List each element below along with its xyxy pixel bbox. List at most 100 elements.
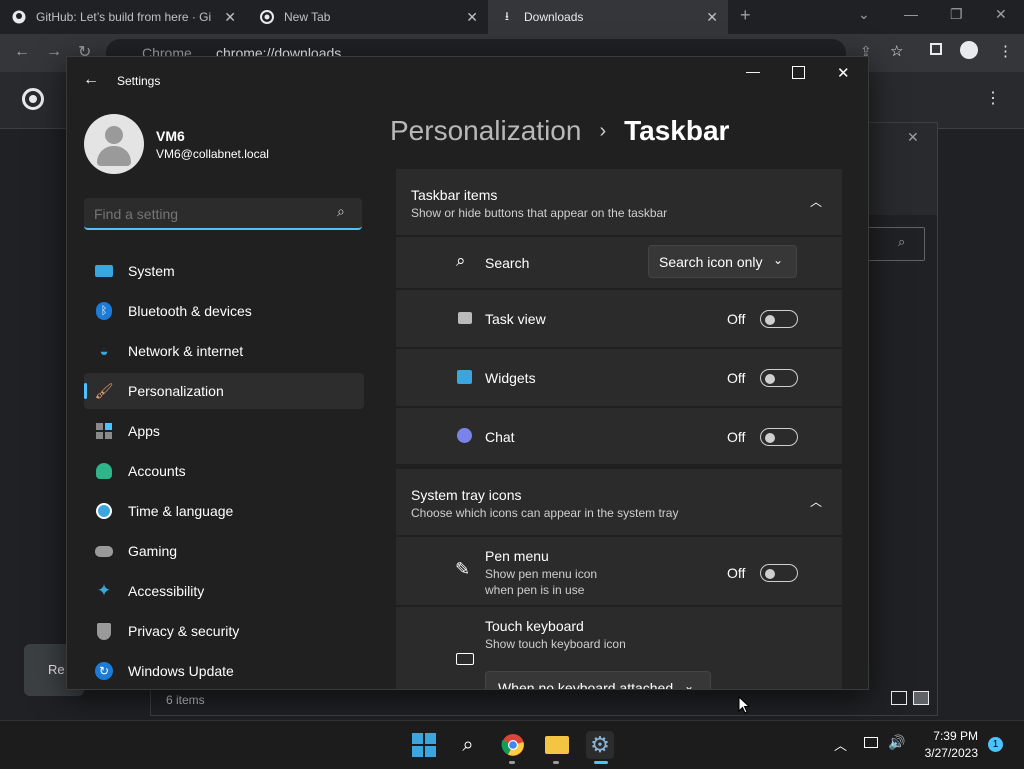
bluetooth-icon: ᛒ [94,301,114,321]
pen-menu-row: ✎ Pen menu Show pen menu icon when pen i… [396,537,842,605]
breadcrumb-separator: › [599,119,607,142]
tab-github[interactable]: GitHub: Let’s build from here · Gi ✕ [0,0,246,34]
folder-icon [545,736,569,754]
forward-icon[interactable]: → [46,43,62,61]
list-view-icon[interactable] [891,691,907,705]
sidebar-item-personalization[interactable]: 🖌 Personalization [84,373,364,409]
download-icon: ⭳ [504,8,510,23]
chevron-down-icon[interactable]: ⌄ [858,6,870,23]
tab-new-tab[interactable]: New Tab ✕ [248,0,488,34]
avatar-body [97,146,131,166]
grid-view-icon[interactable] [913,691,929,705]
sidebar-item-apps[interactable]: Apps [84,413,364,449]
search-icon: ⌕ [462,733,474,756]
find-setting-box[interactable]: ⌕ [84,198,362,230]
widgets-toggle[interactable] [760,369,798,387]
touch-keyboard-dropdown[interactable]: When no keyboard attached ⌄ [485,671,711,690]
row-label: Touch keyboard [485,618,584,634]
sidebar-item-accounts[interactable]: Accounts [84,453,364,489]
gamepad-icon [94,541,114,561]
user-name: VM6 [156,128,185,144]
back-arrow-icon[interactable]: ← [83,71,99,89]
minimize-icon[interactable]: — [904,6,918,22]
apps-icon [94,421,114,441]
network-icon[interactable] [864,737,878,748]
breadcrumb-parent[interactable]: Personalization [390,115,581,147]
side-panel-icon[interactable] [930,43,942,55]
profile-icon[interactable] [960,41,978,59]
widgets-icon [457,370,472,384]
section-subtitle: Show or hide buttons that appear on the … [411,206,668,220]
tab-title: GitHub: Let’s build from here · Gi [36,10,212,24]
minimize-icon[interactable]: — [746,63,760,79]
task-view-row: Task view Off [396,290,842,347]
keyboard-icon [456,653,474,665]
taskbar-chrome-button[interactable] [499,731,527,759]
star-icon[interactable]: ☆ [890,42,903,60]
chrome-icon [260,10,274,24]
close-icon[interactable]: ✕ [837,64,850,82]
toggle-state-label: Off [727,370,746,386]
shield-icon [94,621,114,641]
taskbar-items-header[interactable]: Taskbar items Show or hide buttons that … [396,169,842,235]
sidebar-item-label: Gaming [128,543,178,559]
chevron-down-icon: ⌄ [773,253,784,267]
search-input[interactable] [92,204,326,224]
pen-menu-toggle[interactable] [760,564,798,582]
taskbar-search-button[interactable]: ⌕ [454,731,482,759]
chat-toggle[interactable] [760,428,798,446]
maximize-icon[interactable] [792,66,805,79]
tab-downloads[interactable]: ⭳ Downloads ✕ [488,0,728,34]
section-title: System tray icons [411,487,522,503]
sidebar-item-time-language[interactable]: Time & language [84,493,364,529]
taskbar-file-explorer-button[interactable] [543,731,571,759]
dropdown-value: When no keyboard attached [498,680,674,690]
search-row: ⌕ Search Search icon only ⌄ [396,237,842,288]
close-icon[interactable]: ✕ [466,9,478,26]
close-icon[interactable]: ✕ [907,129,919,146]
show-hidden-icons-icon[interactable]: ︿ [834,735,847,754]
toggle-state-label: Off [727,311,746,327]
menu-dots-icon[interactable]: ⋮ [998,42,1013,60]
close-icon[interactable]: ✕ [224,9,236,26]
sidebar-item-bluetooth[interactable]: ᛒ Bluetooth & devices [84,293,364,329]
chevron-up-icon[interactable]: ︿ [810,493,822,510]
sidebar-item-network[interactable]: ◒ Network & internet [84,333,364,369]
toggle-state-label: Off [727,429,746,445]
more-actions-icon[interactable]: ⋮ [985,88,1001,108]
search-box[interactable]: ⌕ [861,227,925,261]
sidebar-item-gaming[interactable]: Gaming [84,533,364,569]
chevron-up-icon[interactable]: ︿ [810,193,822,210]
close-icon[interactable]: ✕ [706,9,718,26]
notification-badge[interactable]: 1 [988,737,1003,752]
task-view-toggle[interactable] [760,310,798,328]
clock-date[interactable]: 3/27/2023 [912,746,978,760]
breadcrumb: Personalization › Taskbar [390,115,729,147]
sidebar-item-privacy[interactable]: Privacy & security [84,613,364,649]
avatar[interactable] [84,114,144,174]
sidebar-item-system[interactable]: System [84,253,364,289]
row-label: Search [485,255,530,271]
search-mode-dropdown[interactable]: Search icon only ⌄ [648,245,797,278]
dropdown-value: Search icon only [659,254,763,270]
clock-time[interactable]: 7:39 PM [928,729,978,743]
clock-globe-icon [94,501,114,521]
avatar-head [105,126,123,144]
start-button[interactable] [410,731,438,759]
new-tab-plus-icon[interactable]: + [740,5,751,26]
windows-logo-icon [412,733,436,757]
sidebar-item-accessibility[interactable]: ✦ Accessibility [84,573,364,609]
volume-icon[interactable]: 🔊 [888,734,905,751]
close-window-icon[interactable]: ✕ [995,6,1007,23]
system-tray-header[interactable]: System tray icons Choose which icons can… [396,469,842,535]
pen-icon: ✎ [455,559,471,579]
restore-icon[interactable]: ❐ [950,6,963,23]
taskbar-settings-button[interactable]: ⚙ [586,731,614,759]
sidebar-item-label: Bluetooth & devices [128,303,252,319]
brush-icon: 🖌 [94,383,114,400]
sidebar-item-label: Windows Update [128,663,234,679]
sidebar-item-windows-update[interactable]: ↻ Windows Update [84,653,364,689]
windows-taskbar: ⌕ ⚙ ︿ 🔊 7:39 PM 3/27/2023 1 [0,720,1024,769]
running-indicator [553,761,559,764]
back-icon[interactable]: ← [14,43,30,61]
